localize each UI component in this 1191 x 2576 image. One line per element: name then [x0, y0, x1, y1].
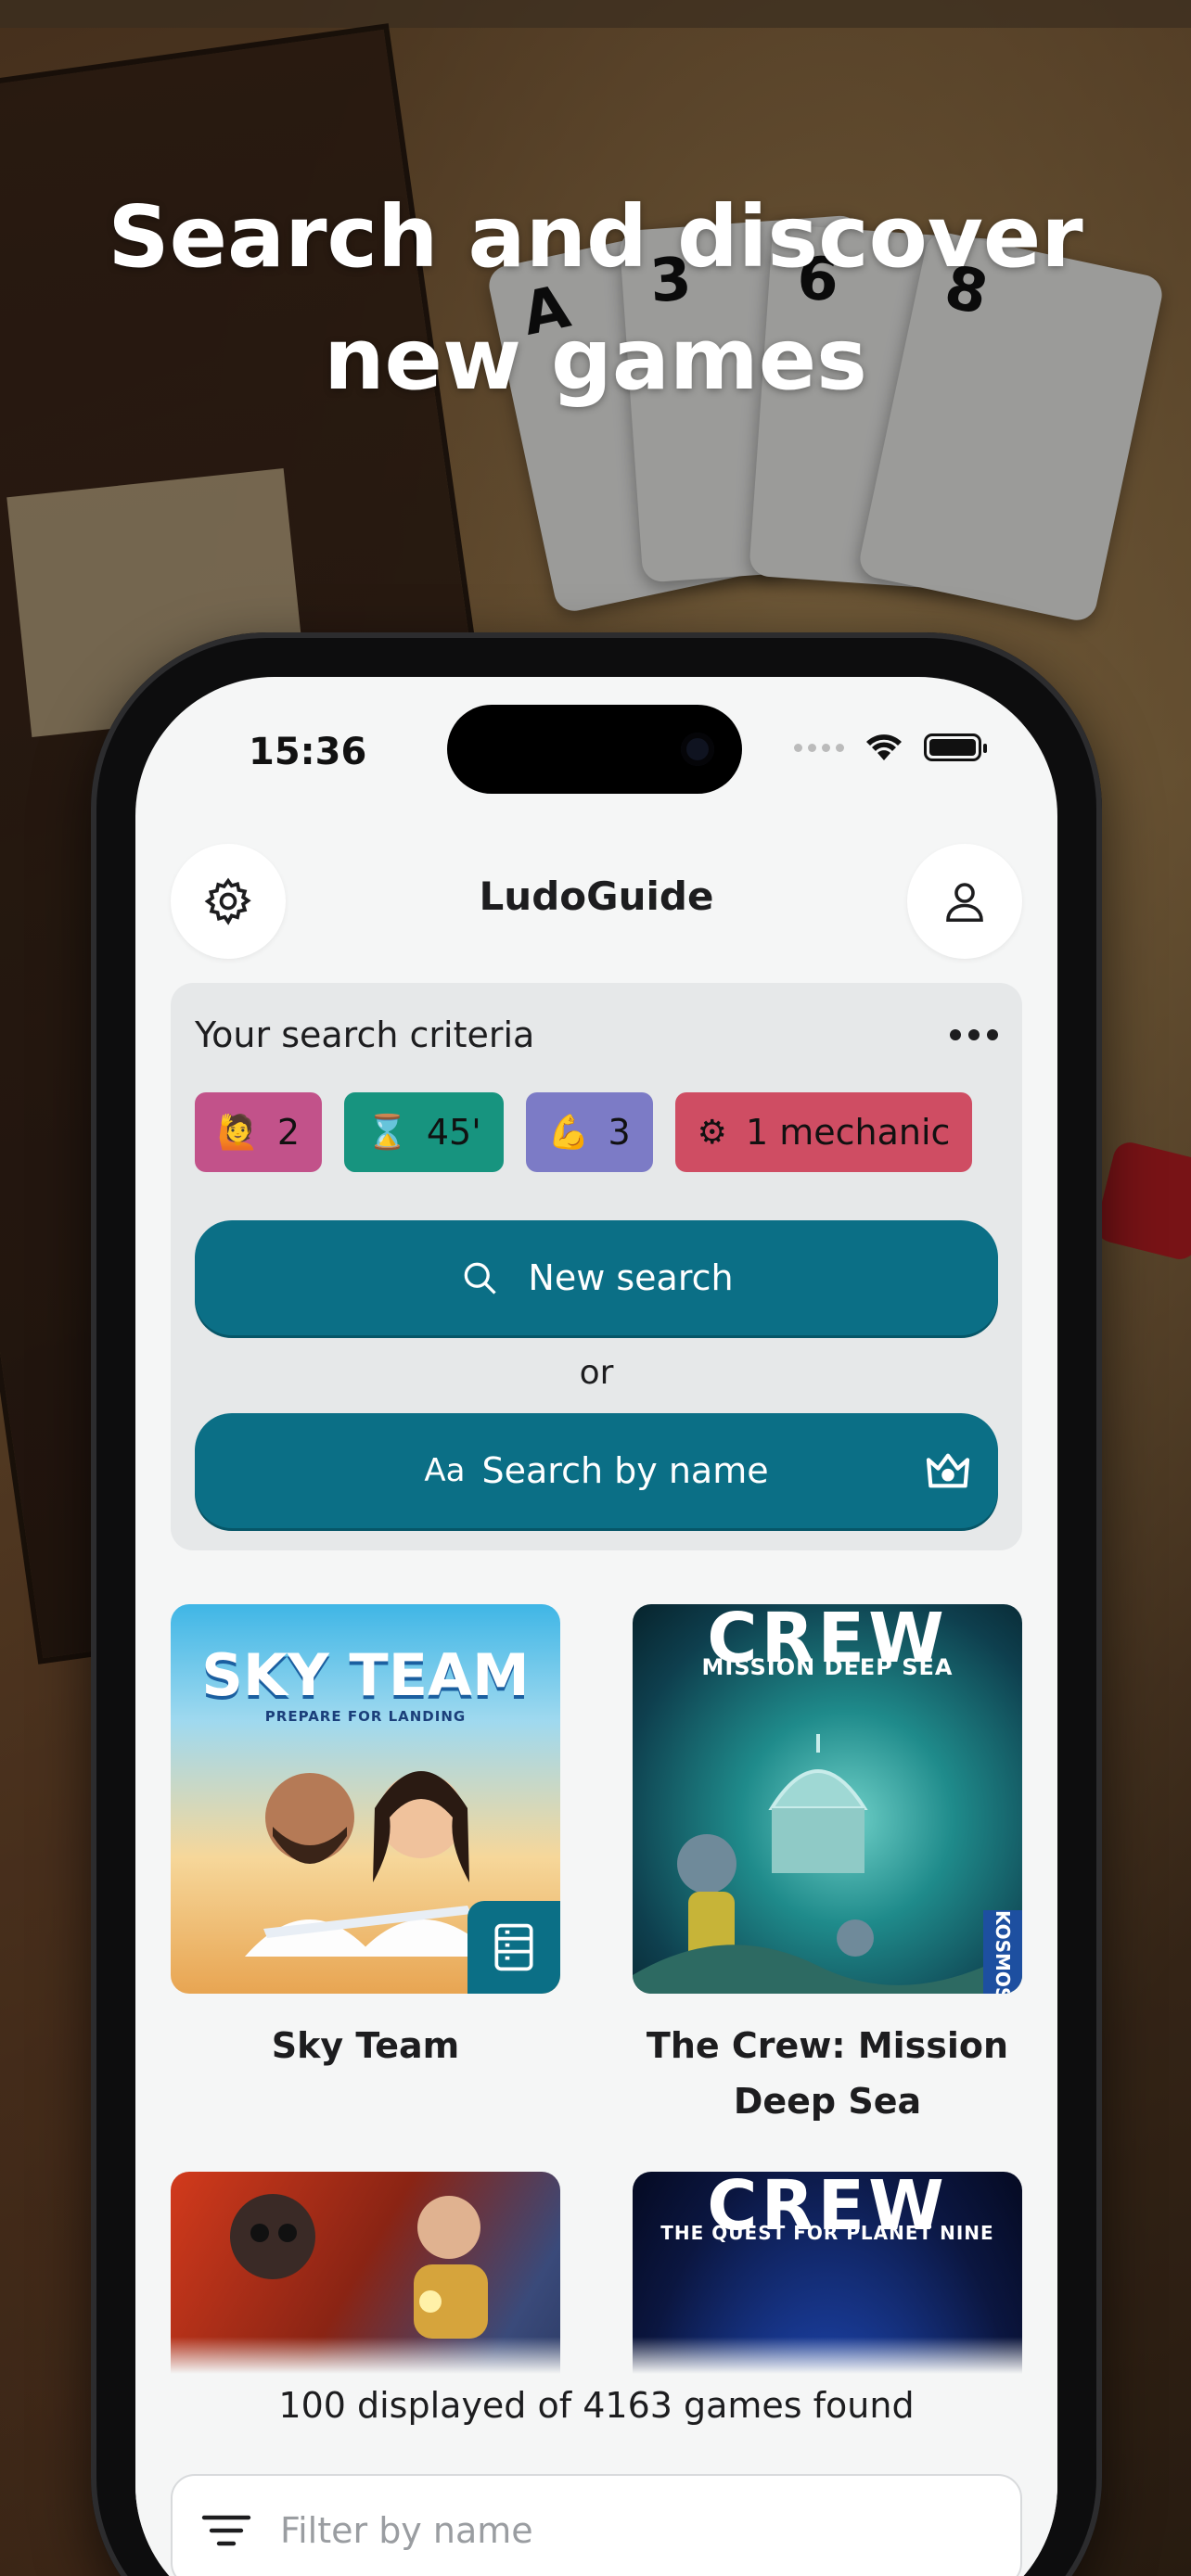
pilots-illustration	[245, 1771, 495, 1957]
new-search-button[interactable]: New search	[195, 1220, 998, 1335]
phone-screen: 15:36 LudoGuide Your search criteria 🙋 2…	[135, 677, 1057, 2576]
search-icon	[465, 1262, 497, 1294]
game-title: The Crew: Mission Deep Sea	[646, 2025, 1009, 2122]
cover-subtitle: PREPARE FOR LANDING	[264, 1708, 467, 1725]
status-icons	[794, 733, 987, 762]
or-separator: or	[579, 1354, 614, 1392]
game-cover[interactable]: SKY TEAM PREPARE FOR LANDING	[171, 1604, 560, 1994]
search-criteria-card: Your search criteria 🙋 2 ⌛ 45' 💪 3 ⚙ 1 m	[171, 983, 1022, 1550]
dynamic-island	[447, 705, 742, 794]
text-size-icon: Aa	[424, 1452, 466, 1489]
signal-icon	[794, 743, 844, 752]
players-chip[interactable]: 🙋 2	[195, 1092, 323, 1172]
status-time: 15:36	[249, 731, 367, 773]
mechanics-chip[interactable]: ⚙ 1 mechanic	[674, 1092, 973, 1172]
phone-frame: 15:36 LudoGuide Your search criteria 🙋 2…	[91, 632, 1102, 2576]
rulebook-icon	[494, 1923, 533, 1971]
muscle-icon: 💪	[547, 1114, 590, 1152]
duration-chip[interactable]: ⌛ 45'	[344, 1092, 504, 1172]
game-title: Sky Team	[271, 2025, 460, 2066]
game-cover[interactable]: CREW MISSION DEEP SEA KOSMOS	[633, 1604, 1022, 1994]
user-icon	[946, 883, 983, 923]
wifi-icon	[866, 734, 902, 760]
chip-value: 1 mechanic	[745, 1112, 951, 1153]
deep-sea-illustration	[633, 1734, 1022, 1994]
crown-icon	[926, 1453, 970, 1488]
cover-title: SKY TEAM	[201, 1641, 530, 1709]
hourglass-icon: ⌛	[366, 1114, 408, 1152]
more-options-icon[interactable]	[950, 1029, 998, 1040]
gear-icon: ⚙	[697, 1113, 727, 1152]
filter-field[interactable]	[171, 2474, 1022, 2576]
game-card[interactable]: CREW MISSION DEEP SEA KOSMOS The Crew: M…	[633, 1604, 1022, 2129]
criteria-title: Your search criteria	[195, 1014, 535, 1055]
chip-value: 2	[276, 1112, 301, 1153]
game-card[interactable]: SKY TEAM PREPARE FOR LANDING Sky Team	[171, 1604, 560, 2073]
player-icon: 🙋	[217, 1114, 259, 1152]
camera-icon	[681, 733, 714, 766]
headline: Search and discover new games	[108, 187, 1083, 409]
publisher-badge: KOSMOS	[983, 1910, 1022, 1994]
new-search-label: New search	[528, 1257, 734, 1298]
search-by-name-button[interactable]: Aa Search by name	[195, 1413, 998, 1528]
rules-badge[interactable]	[467, 1901, 560, 1994]
battery-icon	[924, 733, 987, 761]
results-count: 100 displayed of 4163 games found	[278, 2385, 915, 2426]
cover-subtitle: THE QUEST FOR PLANET NINE	[660, 2222, 994, 2244]
criteria-chips: 🙋 2 ⌛ 45' 💪 3 ⚙ 1 mechanic	[195, 1092, 973, 1172]
cover-subtitle: MISSION DEEP SEA	[701, 1654, 954, 1680]
account-button[interactable]	[907, 844, 1022, 959]
search-by-name-label: Search by name	[481, 1450, 769, 1491]
chip-value: 3	[608, 1112, 631, 1153]
results-footer: 100 displayed of 4163 games found	[135, 2374, 1057, 2576]
astronaut-illustration	[230, 2194, 488, 2339]
filter-input[interactable]	[280, 2510, 967, 2551]
complexity-chip[interactable]: 💪 3	[525, 1092, 653, 1172]
list-fade	[135, 2337, 1057, 2374]
chip-value: 45'	[426, 1112, 481, 1153]
filter-icon	[201, 2515, 251, 2546]
